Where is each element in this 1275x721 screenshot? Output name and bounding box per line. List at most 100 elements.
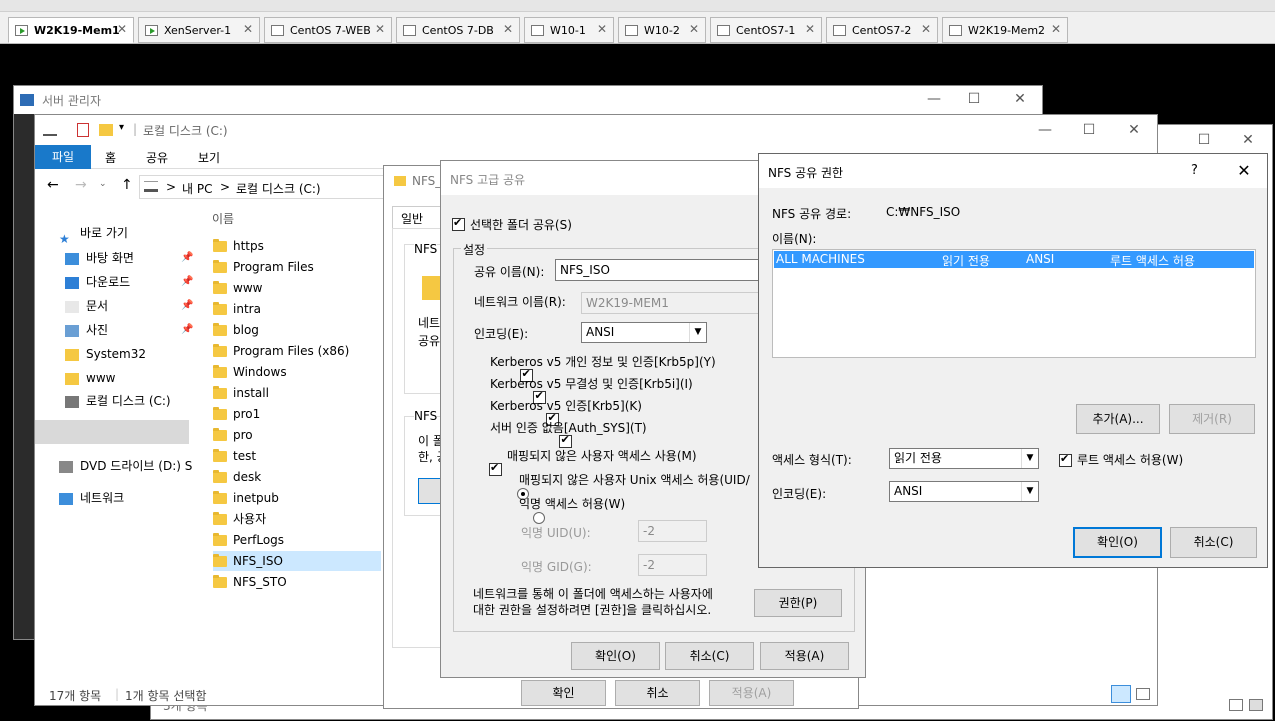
close-icon[interactable]: ✕	[117, 22, 127, 36]
ok-button[interactable]: 확인(O)	[571, 642, 660, 670]
up-arrow-icon[interactable]: ↑	[121, 177, 133, 193]
ok-button[interactable]: 확인(O)	[1073, 527, 1162, 558]
vm-tab[interactable]: W10-2 ✕	[618, 17, 706, 43]
maximize-button[interactable]: ☐	[954, 84, 994, 114]
list-item[interactable]: inetpub	[213, 488, 381, 508]
chevron-down-icon[interactable]: ⌄	[99, 179, 107, 189]
list-item[interactable]: www	[213, 278, 381, 298]
close-icon[interactable]: ✕	[597, 22, 607, 36]
back-arrow-icon[interactable]: ←	[47, 177, 59, 193]
help-button[interactable]: ?	[1191, 163, 1198, 178]
pin-icon[interactable]: 📌	[181, 271, 193, 293]
vm-tab[interactable]: W2K19-Mem2 ✕	[942, 17, 1068, 43]
access-type-select[interactable]: 읽기 전용 ▼	[889, 448, 1039, 469]
pin-icon[interactable]: 📌	[181, 319, 193, 341]
unmapped-access-checkbox[interactable]	[489, 461, 502, 476]
list-item[interactable]: Program Files	[213, 257, 381, 277]
list-item[interactable]: test	[213, 446, 381, 466]
permissions-list[interactable]: ALL MACHINES 읽기 전용 ANSI 루트 액세스 허용	[772, 249, 1256, 358]
sidebar-item[interactable]: ★ 바로 가기	[59, 222, 128, 246]
sidebar-item[interactable]: System32	[65, 343, 146, 365]
sidebar-item[interactable]: www	[65, 367, 115, 389]
tab-view[interactable]: 보기	[198, 149, 220, 166]
sidebar-item[interactable]: 네트워크	[59, 487, 124, 509]
pin-icon[interactable]: 📌	[181, 295, 193, 317]
permissions-button[interactable]: 권한(P)	[754, 589, 842, 617]
vm-tab[interactable]: CentOS 7-WEB ✕	[264, 17, 392, 43]
close-icon[interactable]: ✕	[921, 22, 931, 36]
sidebar-item[interactable]: 문서 📌	[65, 295, 193, 317]
auth-checkbox[interactable]	[559, 433, 573, 448]
tab-share[interactable]: 공유	[146, 149, 168, 166]
minimize-button[interactable]: —	[914, 84, 954, 114]
tab-file[interactable]: 파일	[35, 145, 91, 169]
vm-tab[interactable]: CentOS7-2 ✕	[826, 17, 938, 43]
list-item[interactable]: PerfLogs	[213, 530, 381, 550]
vm-tab[interactable]: CentOS 7-DB ✕	[396, 17, 520, 43]
root-access-checkbox[interactable]	[1059, 452, 1072, 467]
share-folder-checkbox[interactable]	[452, 216, 465, 231]
list-item[interactable]: pro1	[213, 404, 381, 424]
sidebar-item[interactable]: DVD 드라이브 (D:) S	[59, 455, 192, 477]
properties-icon[interactable]	[77, 123, 89, 137]
vm-tab[interactable]: W10-1 ✕	[524, 17, 614, 43]
list-item[interactable]: desk	[213, 467, 381, 487]
close-icon[interactable]: ✕	[375, 22, 385, 36]
breadcrumb-drive[interactable]: 로컬 디스크 (C:)	[236, 180, 321, 197]
list-item[interactable]: https	[213, 236, 381, 256]
list-item[interactable]: 사용자	[213, 509, 381, 529]
apply-button[interactable]: 적용(A)	[760, 642, 849, 670]
sidebar-item[interactable]: 다운로드 📌	[65, 271, 193, 293]
vm-tab[interactable]: XenServer-1 ✕	[138, 17, 260, 43]
sidebar-item[interactable]: 바탕 화면 📌	[65, 247, 193, 269]
close-icon[interactable]: ✕	[805, 22, 815, 36]
chevron-down-icon[interactable]: ▾	[119, 122, 124, 133]
cancel-button[interactable]: 취소(C)	[1170, 527, 1257, 558]
maximize-button[interactable]: ☐	[1184, 125, 1224, 155]
pin-icon[interactable]: 📌	[181, 247, 193, 269]
close-icon[interactable]: ✕	[243, 22, 253, 36]
tab-general[interactable]: 일반	[392, 206, 442, 228]
list-item[interactable]: ALL MACHINES 읽기 전용 ANSI 루트 액세스 허용	[774, 251, 1254, 268]
encoding-select[interactable]: ANSI ▼	[581, 322, 707, 343]
list-item[interactable]: Program Files (x86)	[213, 341, 381, 361]
tab-home[interactable]: 홈	[105, 149, 116, 166]
tiles-view-icon[interactable]	[1136, 688, 1150, 700]
close-button[interactable]: ✕	[1000, 84, 1040, 114]
forward-arrow-icon[interactable]: →	[75, 177, 87, 193]
details-view-icon[interactable]	[1111, 685, 1131, 703]
sidebar-item[interactable]: 로컬 디스크 (C:)	[65, 390, 171, 412]
list-item[interactable]: NFS_STO	[213, 572, 381, 592]
cancel-button[interactable]: 취소(C)	[665, 642, 754, 670]
close-icon[interactable]: ✕	[689, 22, 699, 36]
details-view-icon[interactable]	[1229, 699, 1243, 711]
close-icon[interactable]: ✕	[1051, 22, 1061, 36]
close-button[interactable]: ✕	[1224, 156, 1264, 186]
ok-button[interactable]: 확인	[521, 680, 606, 706]
close-button[interactable]: ✕	[1228, 125, 1268, 155]
breadcrumb-pc[interactable]: 내 PC	[182, 180, 212, 197]
vm-tab[interactable]: CentOS7-1 ✕	[710, 17, 822, 43]
share-name-input[interactable]: NFS_ISO	[555, 259, 765, 281]
list-item[interactable]: Windows	[213, 362, 381, 382]
add-button[interactable]: 추가(A)...	[1076, 404, 1160, 434]
sidebar-item[interactable]: 사진 📌	[65, 319, 193, 341]
list-item[interactable]: NFS_ISO	[213, 551, 381, 571]
anonymous-access-radio[interactable]	[532, 511, 545, 524]
new-folder-icon[interactable]	[99, 124, 113, 136]
list-item[interactable]: pro	[213, 425, 381, 445]
maximize-button[interactable]: ☐	[1069, 115, 1109, 145]
list-item[interactable]: intra	[213, 299, 381, 319]
list-item[interactable]: install	[213, 383, 381, 403]
list-item[interactable]: blog	[213, 320, 381, 340]
close-icon[interactable]: ✕	[503, 22, 513, 36]
encoding-select[interactable]: ANSI ▼	[889, 481, 1039, 502]
tiles-view-icon[interactable]	[1249, 699, 1263, 711]
close-button[interactable]: ✕	[1114, 115, 1154, 145]
vm-tab[interactable]: W2K19-Mem1 ✕	[8, 17, 134, 43]
minimize-button[interactable]: —	[1025, 115, 1065, 145]
cancel-button[interactable]: 취소	[615, 680, 700, 706]
address-bar[interactable]: > 내 PC > 로컬 디스크 (C:)	[139, 175, 399, 199]
apply-button[interactable]: 적용(A)	[709, 680, 794, 706]
column-header-name[interactable]: 이름	[212, 210, 234, 227]
